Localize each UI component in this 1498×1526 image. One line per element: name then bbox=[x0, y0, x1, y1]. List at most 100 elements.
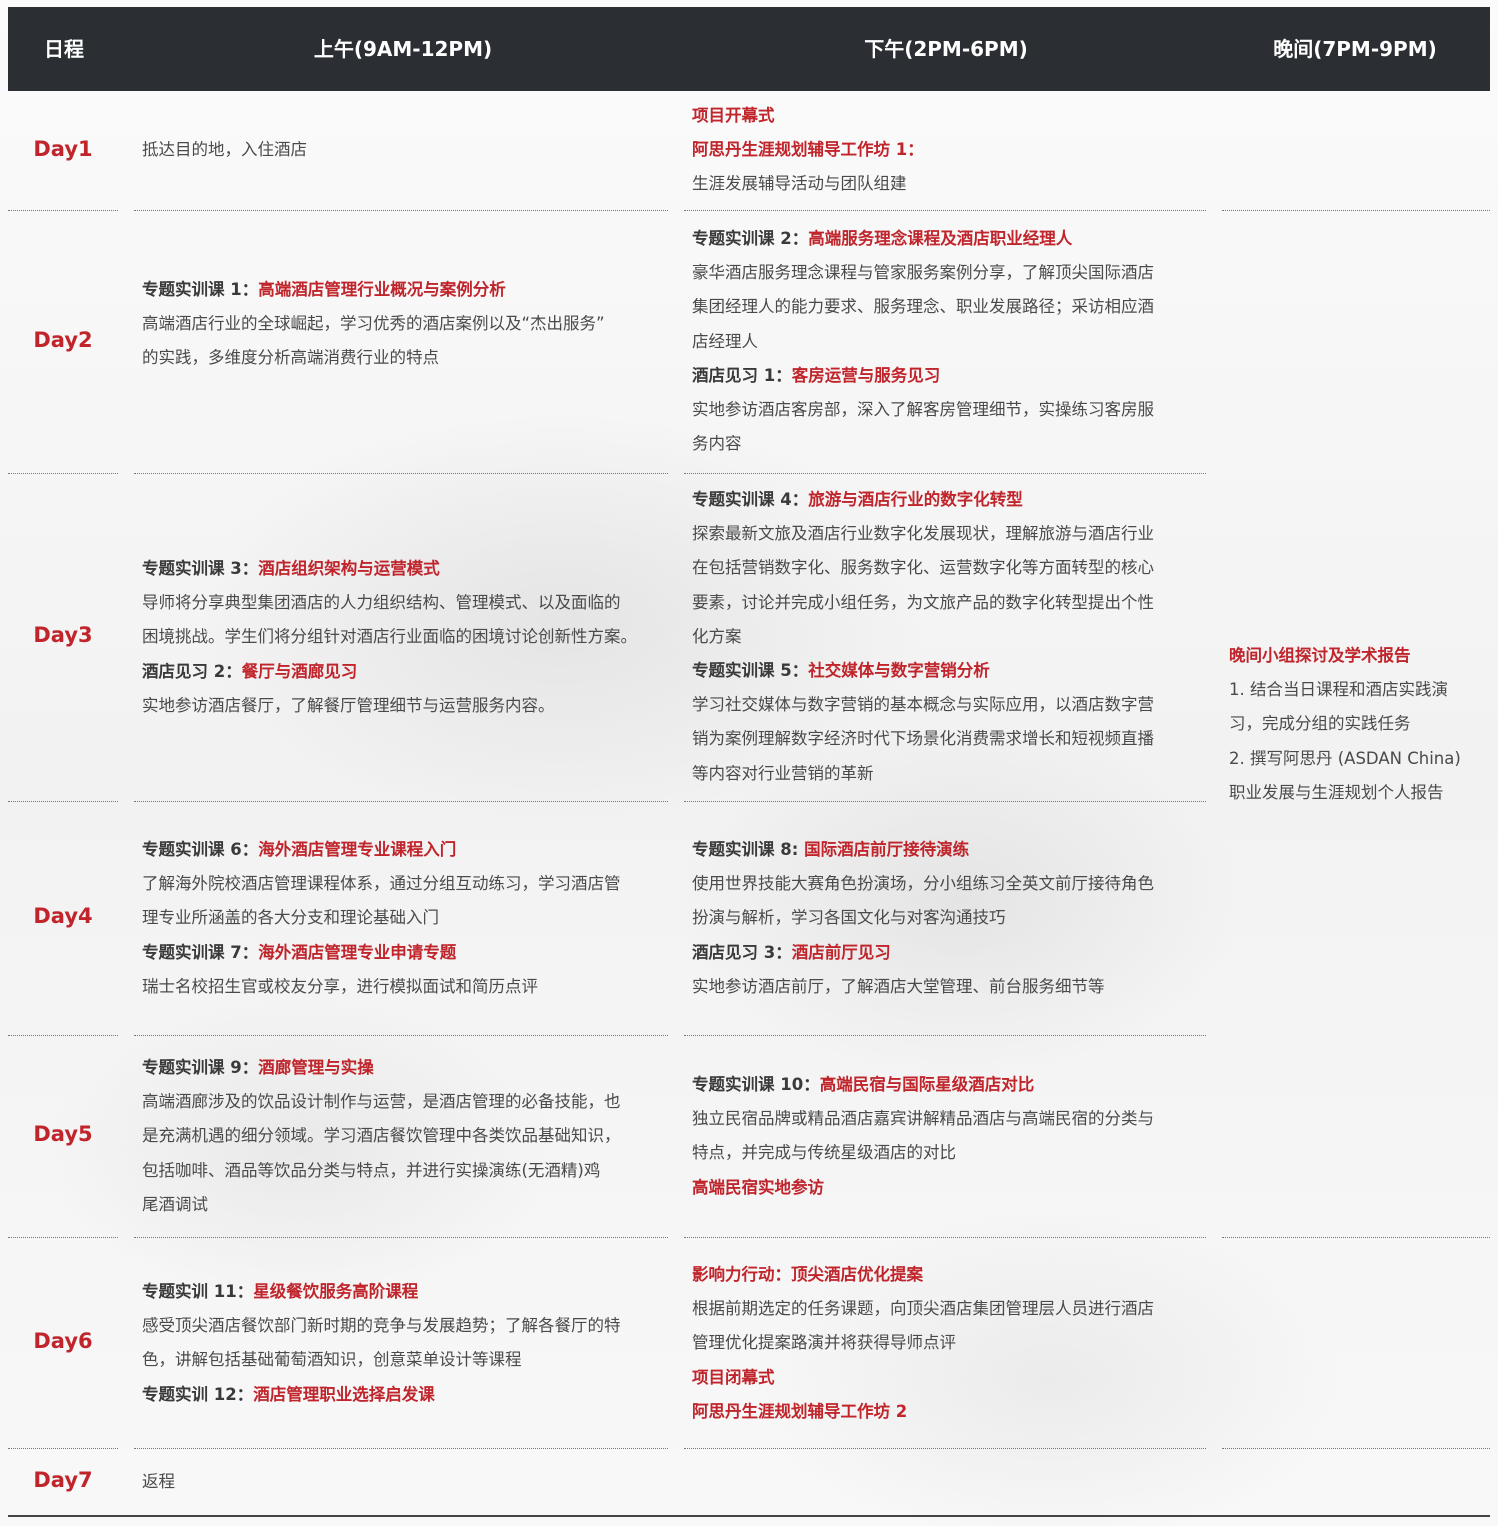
day3-morning: 专题实训课 3：酒店组织架构与运营模式 导师将分享典型集团酒店的人力组织结构、管… bbox=[142, 552, 637, 723]
row-divider bbox=[1222, 1448, 1490, 1449]
cell-heading: 项目闭幕式 bbox=[692, 1367, 775, 1387]
cell-text: 根据前期选定的任务课题，向顶尖酒店集团管理层人员进行酒店 bbox=[692, 1299, 1154, 1319]
course-prefix: 专题实训课 8: bbox=[692, 840, 805, 859]
row-divider bbox=[8, 1035, 118, 1036]
course-prefix: 专题实训课 4： bbox=[692, 490, 809, 509]
day-label: Day2 bbox=[33, 328, 93, 352]
cell-text: 独立民宿品牌或精品酒店嘉宾讲解精品酒店与高端民宿的分类与 bbox=[692, 1109, 1154, 1129]
cell-text: 豪华酒店服务理念课程与管家服务案例分享，了解顶尖国际酒店 bbox=[692, 263, 1154, 283]
row-divider bbox=[8, 210, 118, 211]
course-title: 酒廊管理与实操 bbox=[258, 1058, 374, 1077]
cell-text: 实地参访酒店餐厅，了解餐厅管理细节与运营服务内容。 bbox=[142, 695, 555, 715]
row-divider bbox=[134, 1035, 668, 1036]
day6-morning: 专题实训 11：星级餐饮服务高阶课程 感受顶尖酒店餐饮部门新时期的竞争与发展趋势… bbox=[142, 1275, 621, 1412]
cell-text: 化方案 bbox=[692, 626, 742, 646]
course-prefix: 专题实训课 6： bbox=[142, 840, 259, 859]
cell-text: 包括咖啡、酒品等饮品分类与特点，并进行实操演练(无酒精)鸡 bbox=[142, 1160, 601, 1180]
day3-afternoon: 专题实训课 4：旅游与酒店行业的数字化转型 探索最新文旅及酒店行业数字化发展现状… bbox=[692, 483, 1154, 791]
cell-text: 高端酒廊涉及的饮品设计制作与运营，是酒店管理的必备技能，也 bbox=[142, 1092, 621, 1112]
course-title: 社交媒体与数字营销分析 bbox=[808, 661, 990, 681]
cell-text: 学习社交媒体与数字营销的基本概念与实际应用，以酒店数字营 bbox=[692, 695, 1154, 715]
cell-text: 管理优化提案路演并将获得导师点评 bbox=[692, 1333, 956, 1353]
cell-text: 在包括营销数字化、服务数字化、运营数字化等方面转型的核心 bbox=[692, 558, 1154, 578]
cell-text: 使用世界技能大赛角色扮演场，分小组练习全英文前厅接待角色 bbox=[692, 874, 1154, 894]
course-prefix: 专题实训课 1： bbox=[142, 280, 259, 299]
course-prefix: 专题实训 12： bbox=[142, 1384, 254, 1404]
row-divider bbox=[684, 473, 1206, 474]
course-title: 高端酒店管理行业概况与案例分析 bbox=[258, 280, 506, 299]
row-divider bbox=[8, 801, 118, 802]
course-title: 酒店前厅见习 bbox=[791, 942, 891, 962]
cell-text: 1. 结合当日课程和酒店实践演 bbox=[1229, 680, 1448, 700]
day7-morning: 返程 bbox=[142, 1465, 175, 1499]
course-prefix: 酒店见习 3： bbox=[692, 942, 792, 962]
day2-morning: 专题实训课 1：高端酒店管理行业概况与案例分析 高端酒店行业的全球崛起，学习优秀… bbox=[142, 273, 605, 376]
row-divider bbox=[134, 210, 668, 211]
cell-text: 2. 撰写阿思丹 (ASDAN China) bbox=[1229, 748, 1461, 768]
header-afternoon: 下午(2PM-6PM) bbox=[864, 37, 1028, 61]
course-title: 高端民宿与国际星级酒店对比 bbox=[819, 1075, 1035, 1094]
cell-text: 抵达目的地，入住酒店 bbox=[142, 140, 307, 159]
cell-text: 是充满机遇的细分领域。学习酒店餐饮管理中各类饮品基础知识， bbox=[142, 1126, 621, 1146]
row-divider bbox=[134, 473, 668, 474]
day5-morning: 专题实训课 9：酒廊管理与实操 高端酒廊涉及的饮品设计制作与运营，是酒店管理的必… bbox=[142, 1051, 621, 1222]
row-divider bbox=[8, 1448, 118, 1449]
cell-text: 实地参访酒店前厅，了解酒店大堂管理、前台服务细节等 bbox=[692, 976, 1105, 996]
course-prefix: 专题实训课 3： bbox=[142, 559, 259, 578]
course-prefix: 酒店见习 2： bbox=[142, 661, 242, 681]
day2-afternoon: 专题实训课 2：高端服务理念课程及酒店职业经理人 豪华酒店服务理念课程与管家服务… bbox=[692, 222, 1154, 461]
cell-text: 务内容 bbox=[692, 434, 742, 454]
cell-text: 销为案例理解数字经济时代下场景化消费需求增长和短视频直播 bbox=[692, 729, 1154, 749]
header-morning: 上午(9AM-12PM) bbox=[313, 37, 493, 61]
row-divider bbox=[8, 473, 118, 474]
day5-afternoon: 专题实训课 10：高端民宿与国际星级酒店对比 独立民宿品牌或精品酒店嘉宾讲解精品… bbox=[692, 1068, 1154, 1205]
row-divider bbox=[134, 1237, 668, 1238]
cell-heading: 晚间小组探讨及学术报告 bbox=[1229, 646, 1411, 665]
cell-heading: 项目开幕式 bbox=[692, 106, 775, 125]
cell-text: 店经理人 bbox=[692, 331, 758, 351]
day-label: Day4 bbox=[33, 904, 93, 928]
day1-morning: 抵达目的地，入住酒店 bbox=[142, 133, 307, 167]
day6-afternoon: 影响力行动：顶尖酒店优化提案 根据前期选定的任务课题，向顶尖酒店集团管理层人员进… bbox=[692, 1258, 1154, 1429]
cell-text: 实地参访酒店客房部，深入了解客房管理细节，实操练习客房服 bbox=[692, 400, 1154, 420]
row-divider bbox=[1222, 210, 1490, 211]
header-day: 日程 bbox=[44, 37, 84, 61]
cell-text: 的实践，多维度分析高端消费行业的特点 bbox=[142, 348, 439, 368]
course-prefix: 专题实训课 9： bbox=[142, 1058, 259, 1077]
cell-text: 习，完成分组的实践任务 bbox=[1229, 714, 1411, 734]
course-title: 星级餐饮服务高阶课程 bbox=[253, 1282, 419, 1301]
day-label: Day3 bbox=[33, 623, 93, 647]
row-divider bbox=[8, 1237, 118, 1238]
course-prefix: 专题实训课 2： bbox=[692, 229, 809, 248]
course-title: 海外酒店管理专业课程入门 bbox=[258, 840, 457, 859]
course-prefix: 专题实训课 5： bbox=[692, 661, 809, 681]
row-divider bbox=[684, 801, 1206, 802]
row-divider bbox=[134, 801, 668, 802]
cell-text: 色，讲解包括基础葡萄酒知识，创意菜单设计等课程 bbox=[142, 1350, 522, 1370]
day4-morning: 专题实训课 6：海外酒店管理专业课程入门 了解海外院校酒店管理课程体系，通过分组… bbox=[142, 833, 621, 1004]
day-label: Day6 bbox=[33, 1329, 93, 1353]
course-prefix: 专题实训课 10： bbox=[692, 1075, 820, 1094]
row-divider bbox=[684, 210, 1206, 211]
course-title: 酒店组织架构与运营模式 bbox=[258, 559, 440, 578]
cell-text: 了解海外院校酒店管理课程体系，通过分组互动练习，学习酒店管 bbox=[142, 874, 621, 894]
cell-text: 尾酒调试 bbox=[142, 1194, 208, 1214]
course-title: 高端服务理念课程及酒店职业经理人 bbox=[808, 229, 1073, 248]
cell-text: 感受顶尖酒店餐饮部门新时期的竞争与发展趋势；了解各餐厅的特 bbox=[142, 1316, 621, 1336]
course-prefix: 专题实训 11： bbox=[142, 1282, 254, 1301]
schedule-header: 日程 上午(9AM-12PM) 下午(2PM-6PM) 晚间(7PM-9PM) bbox=[8, 7, 1490, 91]
row-divider bbox=[684, 1448, 1206, 1449]
course-title: 客房运营与服务见习 bbox=[791, 365, 941, 385]
day1-afternoon: 项目开幕式 阿思丹生涯规划辅导工作坊 1： 生涯发展辅导活动与团队组建 bbox=[692, 99, 924, 202]
course-title: 酒店管理职业选择启发课 bbox=[253, 1384, 435, 1404]
day-label: Day1 bbox=[33, 137, 93, 161]
course-title: 餐厅与酒廊见习 bbox=[241, 661, 358, 681]
cell-text: 探索最新文旅及酒店行业数字化发展现状，理解旅游与酒店行业 bbox=[692, 524, 1154, 544]
header-evening: 晚间(7PM-9PM) bbox=[1273, 37, 1437, 61]
cell-text: 返程 bbox=[142, 1472, 175, 1491]
course-prefix: 专题实训课 7： bbox=[142, 942, 259, 962]
evening-session: 晚间小组探讨及学术报告 1. 结合当日课程和酒店实践演 习，完成分组的实践任务 … bbox=[1229, 639, 1461, 810]
cell-text: 瑞士名校招生官或校友分享，进行模拟面试和简历点评 bbox=[142, 976, 538, 996]
cell-text: 高端酒店行业的全球崛起，学习优秀的酒店案例以及“杰出服务” bbox=[142, 314, 605, 334]
course-title: 海外酒店管理专业申请专题 bbox=[258, 942, 457, 962]
